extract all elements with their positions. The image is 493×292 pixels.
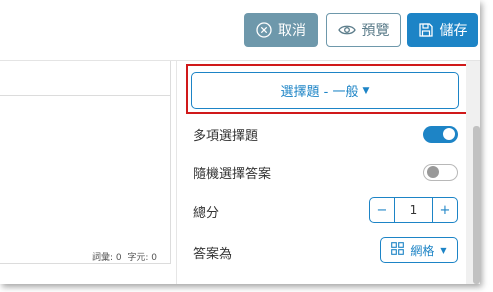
highlight-box — [186, 64, 468, 114]
word-count-status: 詞彙: 0 字元: 0 — [92, 250, 157, 263]
floppy-disk-icon — [418, 22, 434, 38]
answer-layout-value: 網格 — [410, 243, 435, 258]
word-count: 詞彙: 0 — [92, 253, 122, 263]
score-stepper[interactable]: − 1 + — [369, 197, 458, 223]
grid-icon — [391, 242, 405, 258]
score-label: 總分 — [193, 206, 220, 221]
multi-select-toggle[interactable] — [423, 126, 458, 143]
editor-box[interactable] — [0, 61, 171, 264]
decrement-button[interactable]: − — [370, 203, 394, 218]
caret-down-icon: ▼ — [440, 245, 447, 255]
multi-select-label: 多項選擇題 — [193, 129, 259, 144]
settings-scrollbar-thumb[interactable] — [473, 126, 480, 284]
char-count: 字元: 0 — [127, 253, 157, 263]
editor-divider — [0, 95, 170, 96]
answer-layout-dropdown[interactable]: 網格 ▼ — [380, 237, 458, 263]
random-order-label: 隨機選擇答案 — [193, 167, 272, 182]
preview-button[interactable]: 預覽 — [326, 13, 401, 47]
question-editor-pane: 詞彙: 0 字元: 0 — [0, 61, 177, 284]
answer-layout-label: 答案為 — [193, 247, 233, 262]
random-order-toggle[interactable] — [423, 164, 458, 181]
score-value[interactable]: 1 — [394, 198, 433, 222]
editor-window: 取消 預覽 儲存 詞彙: 0 字元: 0 選擇題 - 一般 ▼ 多項選擇題 隨機… — [0, 0, 480, 284]
top-toolbar: 取消 預覽 儲存 — [0, 0, 480, 61]
cancel-label: 取消 — [278, 23, 306, 39]
save-label: 儲存 — [439, 23, 468, 39]
increment-button[interactable]: + — [433, 203, 457, 218]
close-circle-icon — [256, 22, 272, 38]
eye-icon — [337, 23, 356, 37]
toggle-knob — [427, 166, 439, 178]
toggle-knob — [443, 128, 455, 140]
preview-label: 預覽 — [361, 23, 390, 39]
save-button[interactable]: 儲存 — [407, 13, 478, 47]
cancel-button[interactable]: 取消 — [244, 13, 318, 47]
